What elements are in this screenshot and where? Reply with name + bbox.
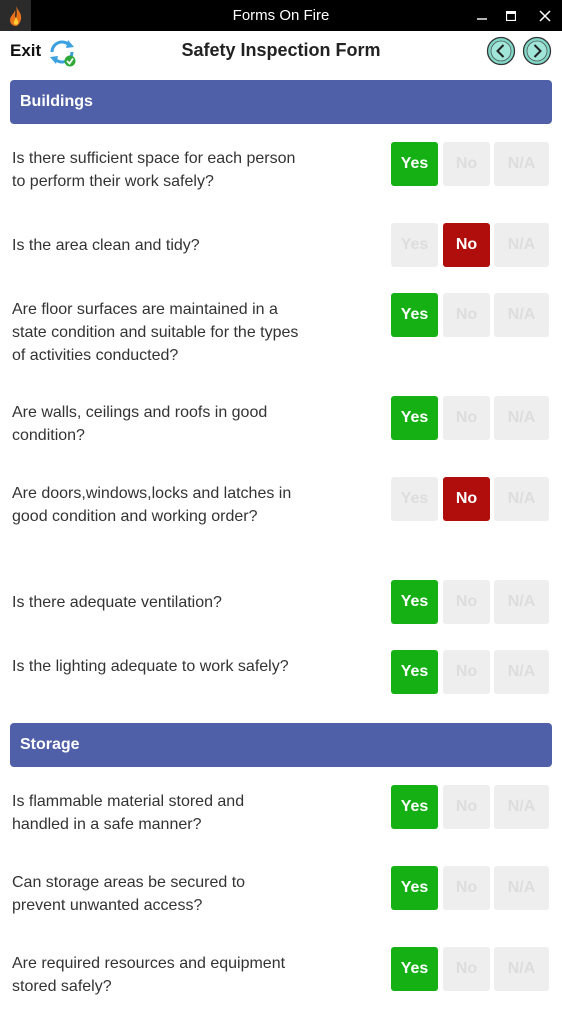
no-button[interactable]: No — [443, 142, 490, 186]
answer-group: Yes No N/A — [391, 947, 549, 991]
next-page-button[interactable] — [522, 36, 552, 66]
answer-group: Yes No N/A — [391, 477, 549, 521]
na-button[interactable]: N/A — [494, 580, 549, 624]
no-button[interactable]: No — [443, 293, 490, 337]
no-button[interactable]: No — [443, 650, 490, 694]
form-header: Exit Safety Inspection Form — [0, 31, 562, 73]
answer-group: Yes No N/A — [391, 293, 549, 337]
yes-button[interactable]: Yes — [391, 947, 438, 991]
page-title: Safety Inspection Form — [181, 40, 381, 60]
na-button[interactable]: N/A — [494, 477, 549, 521]
no-button[interactable]: No — [443, 785, 490, 829]
answer-group: Yes No N/A — [391, 223, 549, 267]
no-button[interactable]: No — [443, 866, 490, 910]
no-button[interactable]: No — [443, 477, 490, 521]
no-button[interactable]: No — [443, 396, 490, 440]
question-text: Are walls, ceilings and roofs in good co… — [12, 404, 268, 444]
na-button[interactable]: N/A — [494, 223, 549, 267]
question-text: Are floor surfaces are maintained in a s… — [12, 301, 299, 364]
yes-button[interactable]: Yes — [391, 580, 438, 624]
answer-group: Yes No N/A — [391, 785, 549, 829]
close-button[interactable] — [528, 0, 562, 31]
chevron-right-icon — [522, 36, 552, 66]
chevron-left-icon — [486, 36, 516, 66]
answer-group: Yes No N/A — [391, 142, 549, 186]
question-text: Is there sufficient space for each perso… — [12, 150, 296, 190]
no-button[interactable]: No — [443, 223, 490, 267]
yes-button[interactable]: Yes — [391, 396, 438, 440]
maximize-button[interactable] — [494, 0, 528, 31]
previous-page-button[interactable] — [486, 36, 516, 66]
section-header-buildings: Buildings — [10, 80, 552, 124]
question-text: Is there adequate ventilation? — [12, 594, 222, 611]
yes-button[interactable]: Yes — [391, 866, 438, 910]
question-text: Is flammable material stored and handled… — [12, 793, 245, 833]
no-button[interactable]: No — [443, 580, 490, 624]
yes-button[interactable]: Yes — [391, 650, 438, 694]
na-button[interactable]: N/A — [494, 396, 549, 440]
question-text: Is the lighting adequate to work safely? — [12, 658, 289, 675]
no-button[interactable]: No — [443, 947, 490, 991]
yes-button[interactable]: Yes — [391, 142, 438, 186]
question-text: Can storage areas be secured to prevent … — [12, 874, 246, 914]
answer-group: Yes No N/A — [391, 580, 549, 624]
na-button[interactable]: N/A — [494, 785, 549, 829]
na-button[interactable]: N/A — [494, 650, 549, 694]
na-button[interactable]: N/A — [494, 293, 549, 337]
na-button[interactable]: N/A — [494, 142, 549, 186]
yes-button[interactable]: Yes — [391, 785, 438, 829]
answer-group: Yes No N/A — [391, 866, 549, 910]
na-button[interactable]: N/A — [494, 866, 549, 910]
yes-button[interactable]: Yes — [391, 293, 438, 337]
yes-button[interactable]: Yes — [391, 223, 438, 267]
section-header-storage: Storage — [10, 723, 552, 767]
answer-group: Yes No N/A — [391, 650, 549, 694]
title-bar: Forms On Fire — [0, 0, 562, 31]
question-text: Are required resources and equipment sto… — [12, 955, 286, 995]
question-text: Is the area clean and tidy? — [12, 237, 200, 254]
answer-group: Yes No N/A — [391, 396, 549, 440]
question-text: Are doors,windows,locks and latches in g… — [12, 485, 292, 525]
yes-button[interactable]: Yes — [391, 477, 438, 521]
na-button[interactable]: N/A — [494, 947, 549, 991]
